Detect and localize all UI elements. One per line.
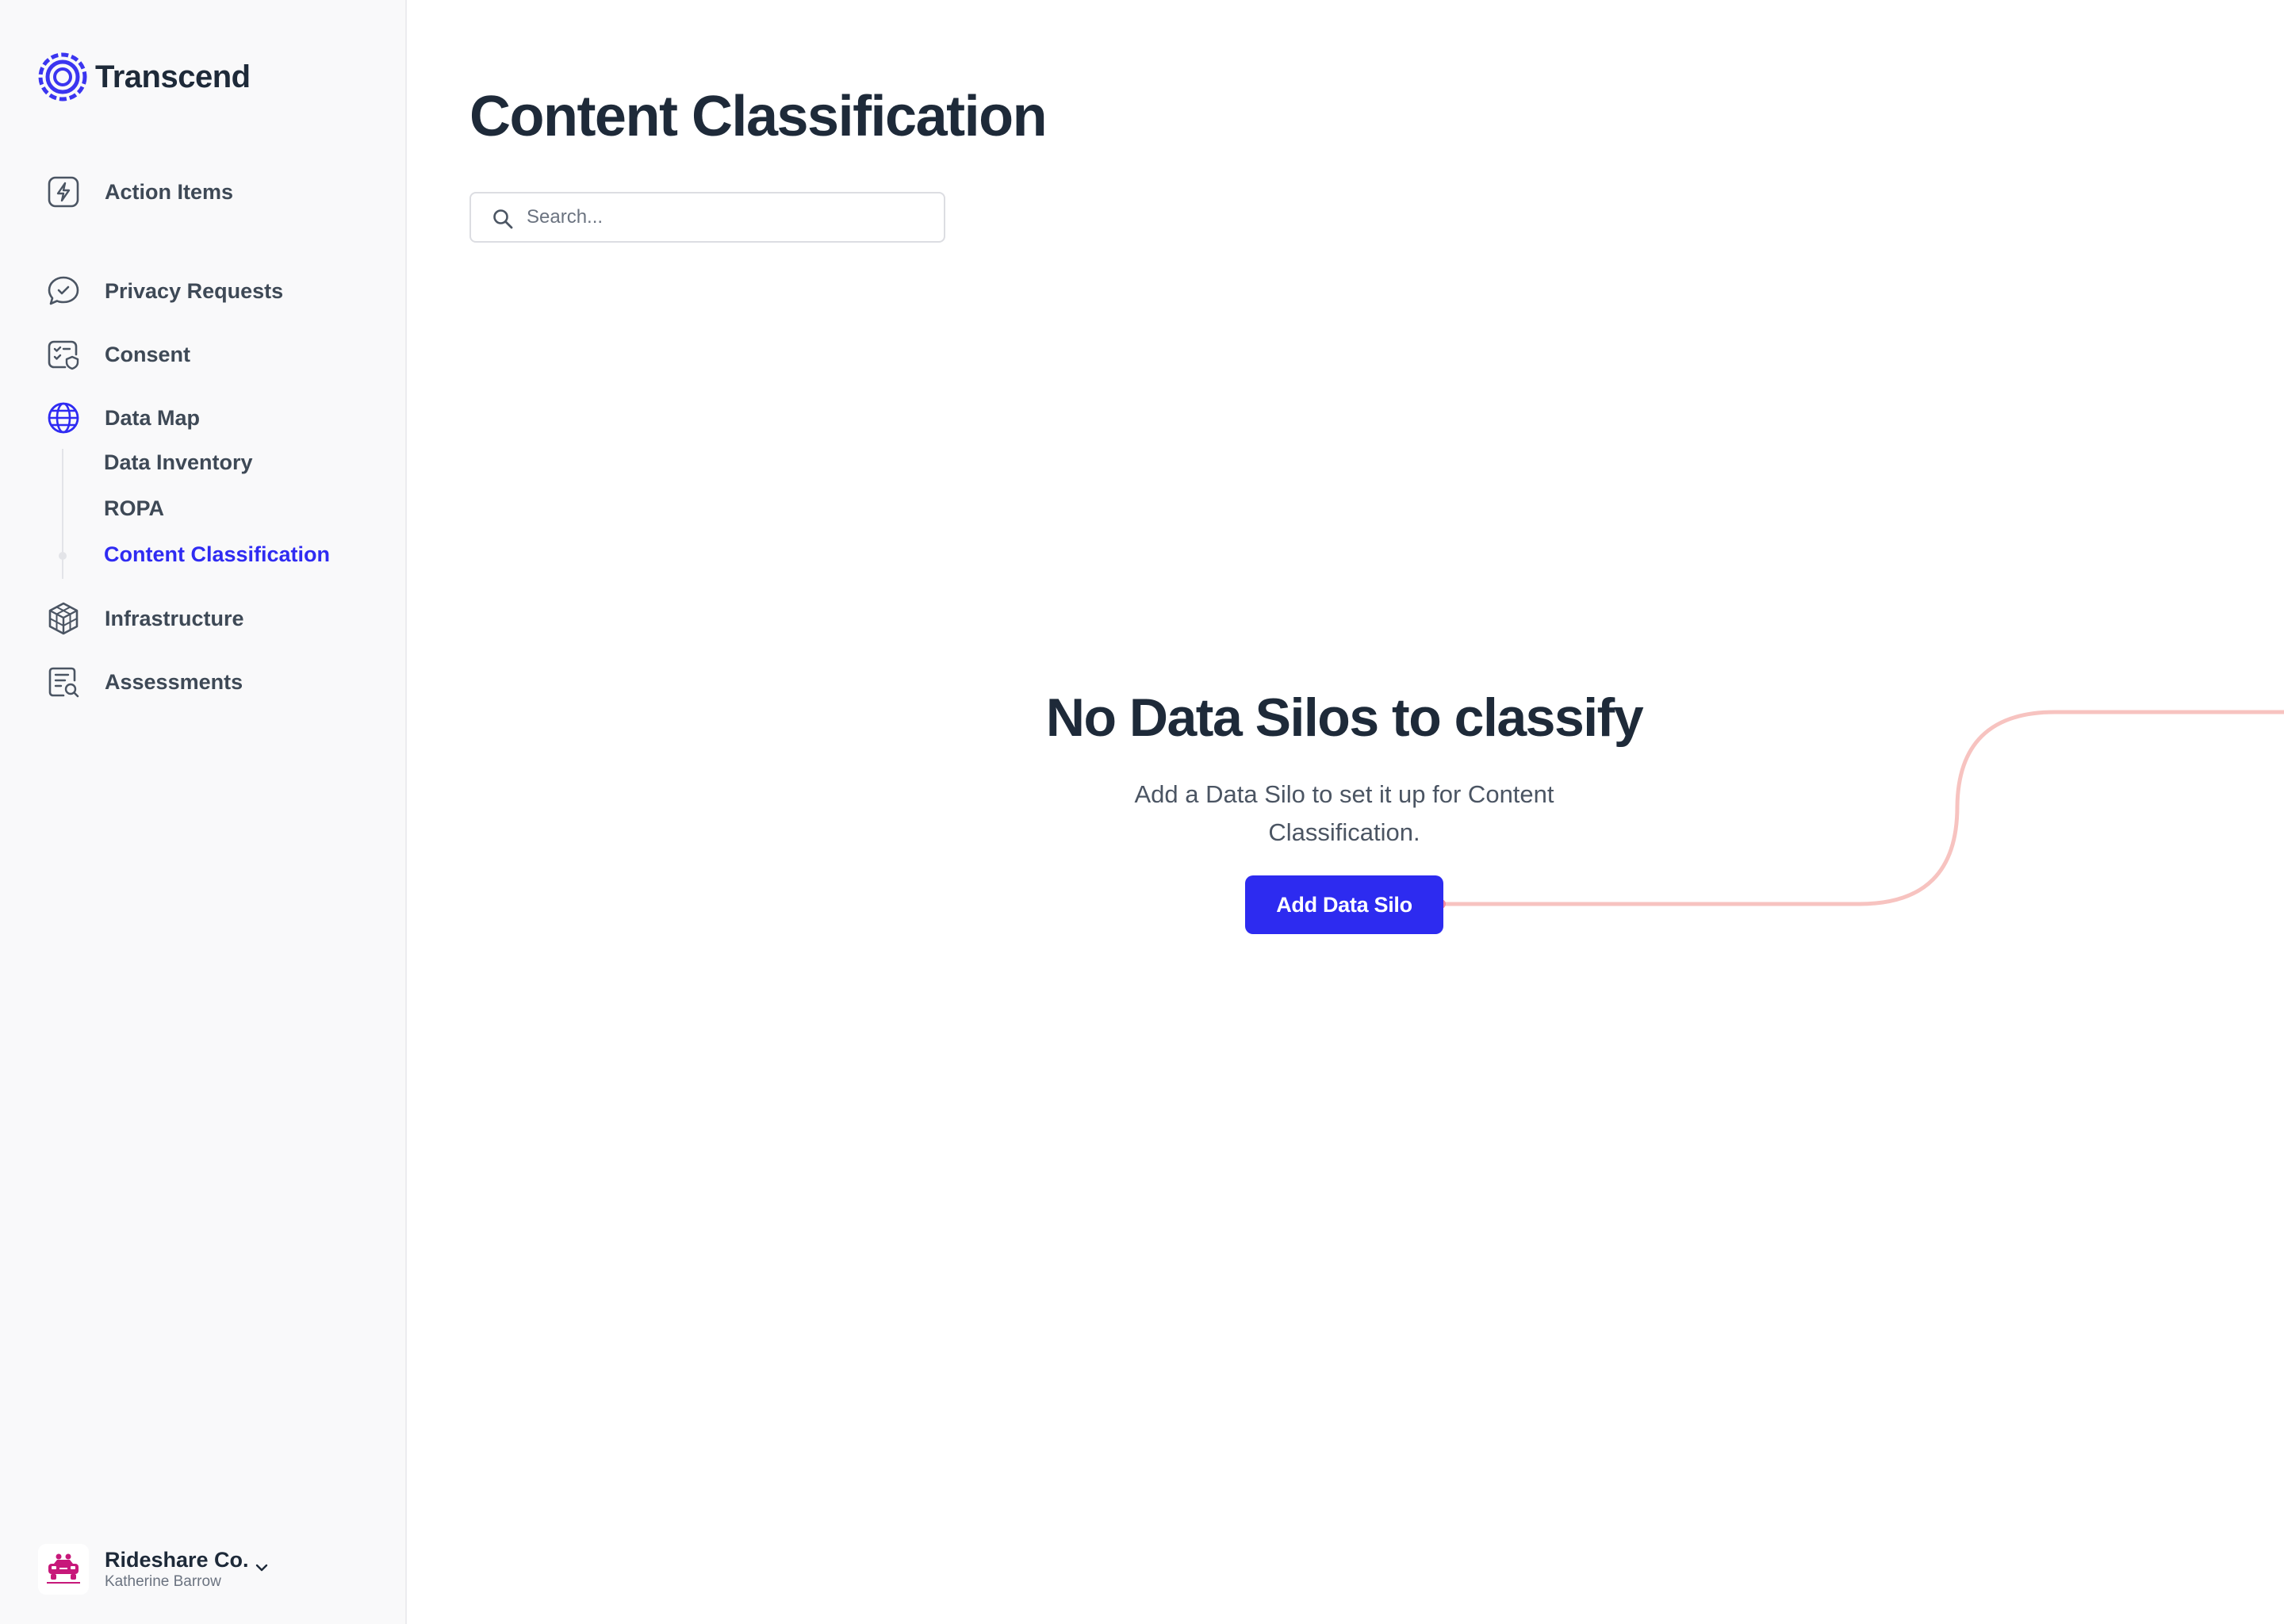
add-data-silo-button[interactable]: Add Data Silo xyxy=(1245,875,1443,934)
sidebar-item-label: Privacy Requests xyxy=(105,278,284,303)
account-user-name: Katherine Barrow xyxy=(105,1573,221,1590)
sidebar-subitem-ropa[interactable]: ROPA xyxy=(104,496,164,521)
sidebar-item-privacy-requests[interactable]: Privacy Requests xyxy=(46,272,283,310)
sidebar-item-label: Assessments xyxy=(105,669,243,694)
cube-icon xyxy=(48,602,79,635)
empty-state-description: Add a Data Silo to set it up for Content… xyxy=(1134,780,1554,846)
sidebar-subitem-data-inventory[interactable]: Data Inventory xyxy=(104,450,253,475)
submenu-active-dot xyxy=(59,552,67,560)
empty-state-title: No Data Silos to classify xyxy=(1045,688,1644,748)
sidebar-item-label: Consent xyxy=(105,342,190,366)
search-box[interactable] xyxy=(469,192,945,243)
account-switcher[interactable]: Rideshare Co. Katherine Barrow xyxy=(38,1544,268,1595)
car-icon xyxy=(47,1553,80,1584)
consent-icon xyxy=(48,340,79,370)
sidebar-item-consent[interactable]: Consent xyxy=(46,335,190,373)
avatar xyxy=(38,1544,89,1595)
sidebar-item-infrastructure[interactable]: Infrastructure xyxy=(46,599,244,638)
app-root: Transcend Action Items Privacy Requests xyxy=(0,0,2284,1624)
globe-icon xyxy=(48,402,79,434)
account-org-name: Rideshare Co. xyxy=(105,1548,249,1572)
chat-check-icon xyxy=(48,276,79,305)
lightning-icon xyxy=(48,176,79,208)
sidebar-item-label: Action Items xyxy=(105,179,234,204)
sidebar-item-label: Infrastructure xyxy=(105,606,244,630)
transcend-logo-icon xyxy=(38,52,87,102)
page-title: Content Classification xyxy=(469,85,1048,148)
sidebar-item-label: Data Map xyxy=(105,405,201,430)
search-icon xyxy=(493,209,513,229)
brand-name: Transcend xyxy=(95,59,251,94)
search-input[interactable] xyxy=(527,193,931,241)
sidebar-item-assessments[interactable]: Assessments xyxy=(46,663,243,701)
chevron-down-icon xyxy=(255,1564,268,1572)
sidebar-item-action-items[interactable]: Action Items xyxy=(46,173,233,211)
document-search-icon xyxy=(48,667,79,698)
sidebar: Transcend Action Items Privacy Requests xyxy=(0,0,407,1624)
sidebar-subitem-content-classification[interactable]: Content Classification xyxy=(104,542,330,567)
sidebar-item-data-map[interactable]: Data Map xyxy=(46,399,200,437)
brand[interactable]: Transcend xyxy=(36,51,251,103)
